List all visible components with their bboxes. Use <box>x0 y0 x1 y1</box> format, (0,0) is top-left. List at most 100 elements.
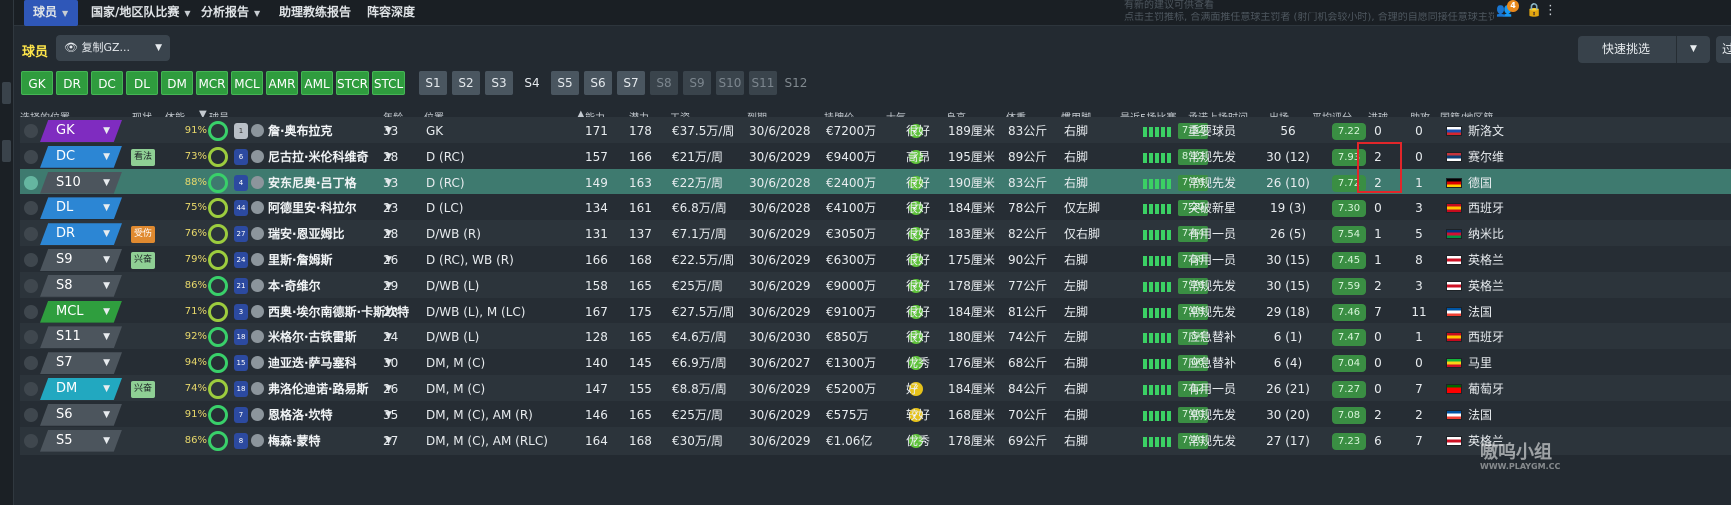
selected-position-dropdown[interactable]: MCL ▼ <box>40 300 122 323</box>
selected-position-dropdown[interactable]: S8 ▼ <box>40 274 122 297</box>
filter-mcr[interactable]: MCR <box>196 71 228 95</box>
player-name[interactable]: 恩格洛·坎特 <box>268 401 333 429</box>
lock-icon[interactable]: 🔒 <box>1526 3 1542 18</box>
filter-amr[interactable]: AMR <box>266 71 298 95</box>
selected-position-dropdown[interactable]: DL ▼ <box>40 197 122 220</box>
form-bar <box>1143 436 1147 447</box>
filter-s3[interactable]: S3 <box>485 71 513 95</box>
row-select-checkbox[interactable] <box>24 304 38 319</box>
view-select[interactable]: 👁 复制GZ... ▼ <box>56 35 170 61</box>
player-name[interactable]: 安东尼奥·吕丁格 <box>268 169 357 197</box>
row-select-checkbox[interactable] <box>24 201 38 216</box>
player-name[interactable]: 米格尔·古铁雷斯 <box>268 323 357 351</box>
filter-s11[interactable]: S11 <box>749 71 777 95</box>
row-select-checkbox[interactable] <box>24 382 38 396</box>
filter-dc[interactable]: DC <box>91 71 123 95</box>
table-row[interactable]: DR ▼ 受伤 76% 27 瑞安·恩亚姆比 ▼ 28 D/WB (R) 131 137 €7.1万/… <box>20 220 1731 249</box>
morale-cell: 很好 <box>906 175 931 190</box>
nav-assistant-report[interactable]: 助理教练报告 <box>270 0 360 26</box>
player-name[interactable]: 尼古拉·米伦科维奇 <box>268 143 369 171</box>
filter-stcr[interactable]: STCR <box>336 71 369 95</box>
filter-aml[interactable]: AML <box>301 71 333 95</box>
form-bar <box>1143 127 1147 137</box>
filter-s1[interactable]: S1 <box>419 71 447 95</box>
row-select-checkbox[interactable] <box>24 227 38 242</box>
filter-mcl[interactable]: MCL <box>231 71 263 95</box>
sidebar-marker[interactable] <box>2 140 11 162</box>
filter-s12[interactable]: S12 <box>782 71 810 95</box>
row-select-checkbox[interactable] <box>24 253 38 267</box>
table-row[interactable]: DC ▼ 看法 73% 6 尼古拉·米伦科维奇 ▼ 28 D (RC) 157 166 €21万/周 3… <box>20 142 1731 171</box>
filter-s2[interactable]: S2 <box>452 71 480 95</box>
sidebar-marker[interactable] <box>2 82 11 104</box>
filter-s6[interactable]: S6 <box>584 71 612 95</box>
status-tag[interactable]: 兴奋 <box>131 252 155 269</box>
selected-position-dropdown[interactable]: S9 ▼ <box>40 249 122 271</box>
selected-position-dropdown[interactable]: S7 ▼ <box>40 352 122 375</box>
player-name[interactable]: 瑞安·恩亚姆比 <box>268 220 345 248</box>
row-select-checkbox[interactable] <box>24 407 38 422</box>
nav-players[interactable]: 球员 ▼ <box>24 0 78 26</box>
player-name[interactable]: 詹·奥布拉克 <box>268 117 333 145</box>
filter-gk[interactable]: GK <box>21 71 53 95</box>
nav-squad-depth[interactable]: 阵容深度 <box>358 0 424 26</box>
expires-cell: 30/6/2029 <box>749 278 811 293</box>
foot-cell: 右脚 <box>1064 382 1089 396</box>
filter-s9[interactable]: S9 <box>683 71 711 95</box>
table-row[interactable]: S8 ▼ 86% 21 本·奇维尔 ▼ 29 D/WB (L) 158 165 €25万/周 30/6… <box>20 271 1731 300</box>
table-row[interactable]: S11 ▼ 92% 18 米格尔·古铁雷斯 ▼ 24 D/WB (L) 128 165 €4.6万/… <box>20 323 1731 352</box>
filter-s7[interactable]: S7 <box>617 71 645 95</box>
chevron-down-icon[interactable]: ▼ <box>1676 36 1710 63</box>
player-name[interactable]: 本·奇维尔 <box>268 272 321 300</box>
filter-dl[interactable]: DL <box>126 71 158 95</box>
row-select-checkbox[interactable] <box>24 149 38 164</box>
selected-position-dropdown[interactable]: S11 ▼ <box>40 326 122 349</box>
shirt-icon: 18 <box>234 381 248 397</box>
selected-position-dropdown[interactable]: DM ▼ <box>40 378 122 400</box>
nav-national-team[interactable]: 国家/地区队比赛 ▼ <box>82 0 200 26</box>
row-select-checkbox[interactable] <box>24 330 38 345</box>
more-icon[interactable]: ⋮ <box>1544 3 1557 18</box>
player-name[interactable]: 里斯·詹姆斯 <box>268 246 333 274</box>
filter-s4[interactable]: S4 <box>518 71 546 95</box>
filter-s5[interactable]: S5 <box>551 71 579 95</box>
selected-position-dropdown[interactable]: DR ▼ <box>40 223 122 246</box>
status-tag[interactable]: 兴奋 <box>131 381 155 398</box>
table-row[interactable]: GK ▼ 91% 1 詹·奥布拉克 ▼ 33 GK 171 178 €37.5万/周 30/6/202… <box>20 117 1731 145</box>
selected-position-dropdown[interactable]: S5 ▼ <box>40 429 122 452</box>
position-cell: D (RC) <box>426 149 465 164</box>
selected-position-dropdown[interactable]: S6 ▼ <box>40 403 122 426</box>
row-select-checkbox[interactable] <box>24 278 38 293</box>
status-tag[interactable]: 看法 <box>131 148 155 166</box>
status-tag[interactable]: 受伤 <box>131 226 155 244</box>
table-row[interactable]: DL ▼ 75% 44 阿德里安·科拉尔 ▼ 23 D (LC) 134 161 €6.8万/周 30… <box>20 194 1731 223</box>
filter-dr[interactable]: DR <box>56 71 88 95</box>
row-select-checkbox[interactable] <box>24 124 38 138</box>
table-row[interactable]: S10 ▼ 88% 4 安东尼奥·吕丁格 ▼ 33 D (RC) 149 163 €22万/周 30/… <box>20 168 1731 197</box>
value-cell: €3050万 <box>826 227 877 242</box>
player-name[interactable]: 梅森·蒙特 <box>268 427 321 455</box>
player-name[interactable]: 阿德里安·科拉尔 <box>268 194 357 222</box>
quick-pick-button[interactable]: 快速挑选 ▼ <box>1578 36 1710 63</box>
table-row[interactable]: S9 ▼ 兴奋 79% 24 里斯·詹姆斯 ▼ 26 D (RC), WB (R) 166 168 €… <box>20 246 1731 274</box>
table-row[interactable]: S7 ▼ 94% 15 迪亚迭·萨马塞科 ▼ 30 DM, M (C) 140 145 €6.9万/… <box>20 349 1731 378</box>
selected-position-dropdown[interactable]: S10 ▼ <box>40 171 122 194</box>
filter-stcl[interactable]: STCL <box>372 71 405 95</box>
filter-button[interactable]: 过滤 <box>1716 36 1731 63</box>
form-bar <box>1155 307 1159 318</box>
filter-s8[interactable]: S8 <box>650 71 678 95</box>
selected-position-dropdown[interactable]: GK ▼ <box>40 120 122 142</box>
table-row[interactable]: MCL ▼ 71% 3 西奥·埃尔南德斯·卡斯坎特 ▼ 28 D/WB (L), M (LC)… <box>20 297 1731 326</box>
player-name[interactable]: 迪亚迭·萨马塞科 <box>268 349 357 377</box>
filter-dm[interactable]: DM <box>161 71 193 95</box>
row-select-checkbox[interactable] <box>24 175 38 190</box>
row-select-checkbox[interactable] <box>24 356 38 371</box>
selected-position-dropdown[interactable]: DC ▼ <box>40 145 122 168</box>
role-cell: 有用一员 <box>1188 382 1237 396</box>
weight-cell: 90公斤 <box>1008 253 1048 267</box>
nav-analysis[interactable]: 分析报告 ▼ <box>192 0 269 26</box>
row-select-checkbox[interactable] <box>24 433 38 448</box>
filter-s10[interactable]: S10 <box>716 71 744 95</box>
table-row[interactable]: DM ▼ 兴奋 74% 18 弗洛伦迪诺·路易斯 ▼ 26 DM, M (C) 147 155 €8.… <box>20 375 1731 403</box>
player-name[interactable]: 弗洛伦迪诺·路易斯 <box>268 375 369 403</box>
